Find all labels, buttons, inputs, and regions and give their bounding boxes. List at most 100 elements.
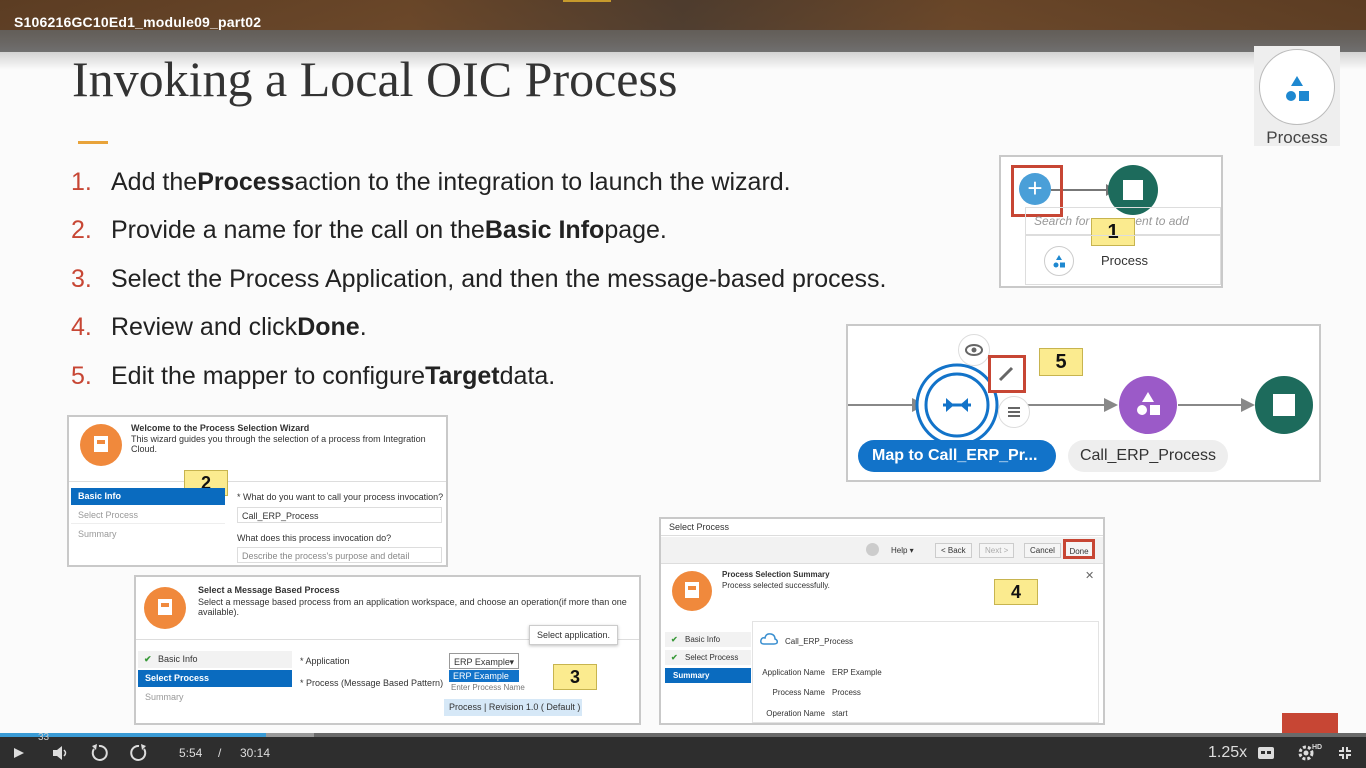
row-label: Operation Name — [766, 709, 825, 718]
step-text-pre: Edit the mapper to configure — [111, 361, 426, 390]
overlay-number: 33 — [38, 732, 50, 743]
video-controls: 33 5:54 / 30:14 1.25x HD — [0, 732, 1366, 768]
nav-label: Basic Info — [685, 635, 721, 644]
wizard-title: Welcome to the Process Selection Wizard — [131, 423, 310, 433]
application-tooltip: Select application. — [529, 625, 619, 645]
volume-button[interactable] — [52, 737, 70, 768]
step-text-post: . — [359, 313, 367, 342]
process-list-item[interactable]: Process — [1025, 235, 1221, 285]
forward-icon — [130, 743, 147, 761]
captions-button[interactable] — [1258, 737, 1274, 768]
check-icon: ✔ — [671, 653, 678, 662]
title-accent-line — [78, 141, 108, 144]
name-input[interactable]: Call_ERP_Process — [237, 507, 442, 523]
wizard-icon — [672, 571, 712, 611]
playback-speed-button[interactable]: 1.25x — [1208, 737, 1247, 768]
cancel-button[interactable]: Cancel — [1024, 543, 1061, 558]
step-item: 5. Edit the mapper to configure Target da… — [71, 352, 886, 401]
application-label: * Application — [300, 656, 350, 666]
fullscreen-exit-button[interactable] — [1338, 737, 1352, 768]
progress-track[interactable] — [0, 733, 1366, 737]
menu-icon[interactable] — [998, 396, 1030, 428]
volume-icon — [53, 745, 67, 760]
wizard-subtitle: Select a message based process from an a… — [198, 597, 627, 617]
hd-badge: HD — [1312, 744, 1323, 751]
play-icon — [14, 747, 24, 758]
nav-label: Select Process — [685, 653, 739, 662]
nav-summary[interactable]: Summary — [138, 689, 292, 706]
time-separator: / — [218, 745, 222, 760]
process-badge-label: Process — [1266, 128, 1328, 147]
play-button[interactable] — [12, 737, 26, 768]
steps-list: 1. Add the Process action to the integrat… — [71, 158, 886, 401]
nav-summary[interactable]: Summary — [665, 668, 751, 683]
summary-subtitle: Process selected successfully. — [722, 581, 830, 590]
step-text-post: action to the integration to launch the … — [294, 167, 791, 196]
screenshot-summary: Select Process Help ▾ < Back Next > Canc… — [659, 517, 1105, 725]
row-label: Application Name — [762, 668, 825, 677]
back-button[interactable]: < Back — [935, 543, 972, 558]
row-value: start — [832, 709, 848, 718]
step-number: 4. — [71, 313, 92, 342]
step-item: 3. Select the Process Application, and th… — [71, 255, 886, 304]
nav-select-process[interactable]: ✔ Select Process — [665, 650, 751, 665]
cloud-icon — [760, 631, 778, 647]
nav-basic-info[interactable]: ✔ Basic Info — [665, 632, 751, 647]
description-input[interactable]: Describe the process's purpose and detai… — [237, 547, 442, 563]
next-button[interactable]: Next > — [979, 543, 1015, 558]
forward-button[interactable] — [129, 737, 149, 768]
nav-label: Basic Info — [158, 654, 198, 664]
nav-summary[interactable]: Summary — [71, 526, 225, 543]
step-text-pre: Review and click — [111, 313, 298, 342]
application-select[interactable]: ERP Example ▾ — [449, 653, 519, 669]
process-label: * Process (Message Based Pattern) — [300, 678, 444, 688]
rewind-button[interactable] — [89, 737, 109, 768]
summary-title: Process Selection Summary — [722, 570, 830, 579]
nav-select-process[interactable]: Select Process — [138, 670, 292, 687]
screenshot-add-process: + Search for component to add 1 Process — [999, 155, 1223, 288]
process-search-input[interactable]: Enter Process Name — [449, 682, 551, 694]
step-number: 1. — [71, 167, 92, 196]
step-text-pre: Add the — [111, 167, 198, 196]
chevron-down-icon: ▾ — [509, 657, 514, 667]
nav-basic-info[interactable]: ✔ Basic Info — [138, 651, 292, 668]
check-icon: ✔ — [144, 654, 152, 664]
step-text-bold: Done — [297, 313, 360, 342]
nav-select-process[interactable]: Select Process — [71, 507, 225, 524]
fullscreen-exit-icon — [1339, 746, 1351, 759]
process-option[interactable]: Process | Revision 1.0 ( Default ) — [444, 699, 582, 716]
row-value: ERP Example — [832, 668, 882, 677]
slide-title: Invoking a Local OIC Process — [72, 51, 678, 107]
application-option[interactable]: ERP Example — [449, 670, 519, 682]
call-node-label[interactable]: Call_ERP_Process — [1068, 440, 1228, 472]
accent-mark — [563, 0, 611, 2]
close-icon[interactable]: ✕ — [1085, 569, 1094, 582]
add-icon[interactable]: + — [1019, 173, 1051, 205]
current-time: 5:54 — [179, 745, 203, 760]
step-text-pre: Select the Process Application, and then… — [111, 264, 887, 293]
wizard-subtitle: This wizard guides you through the selec… — [131, 434, 426, 454]
step-item: 2. Provide a name for the call on the Bas… — [71, 207, 886, 256]
step-text-post: page. — [604, 216, 667, 245]
description-question: What does this process invocation do? — [237, 533, 392, 543]
help-button[interactable]: Help ▾ — [891, 546, 914, 555]
nav-basic-info[interactable]: Basic Info — [71, 488, 225, 505]
help-label: Help — [891, 546, 908, 555]
map-node-label[interactable]: Map to Call_ERP_Pr... — [858, 440, 1056, 472]
step-text-pre: Provide a name for the call on the — [111, 216, 485, 245]
edit-button-highlight[interactable] — [988, 355, 1026, 393]
process-item-icon — [1044, 246, 1074, 276]
step-text-bold: Process — [197, 167, 295, 196]
dialog-header: Select Process — [661, 519, 1103, 536]
callout-3: 3 — [553, 664, 597, 690]
name-question: * What do you want to call your process … — [237, 492, 444, 502]
step-number: 2. — [71, 216, 92, 245]
pencil-icon — [998, 366, 1014, 382]
step-text-bold: Target — [425, 361, 500, 390]
settings-button[interactable]: HD — [1297, 737, 1322, 768]
duration: 30:14 — [240, 745, 271, 760]
view-icon[interactable] — [958, 334, 990, 366]
done-button[interactable]: Done — [1063, 539, 1095, 559]
callout-5: 5 — [1039, 348, 1083, 376]
video-title: S106216GC10Ed1_module09_part02 — [14, 14, 262, 30]
